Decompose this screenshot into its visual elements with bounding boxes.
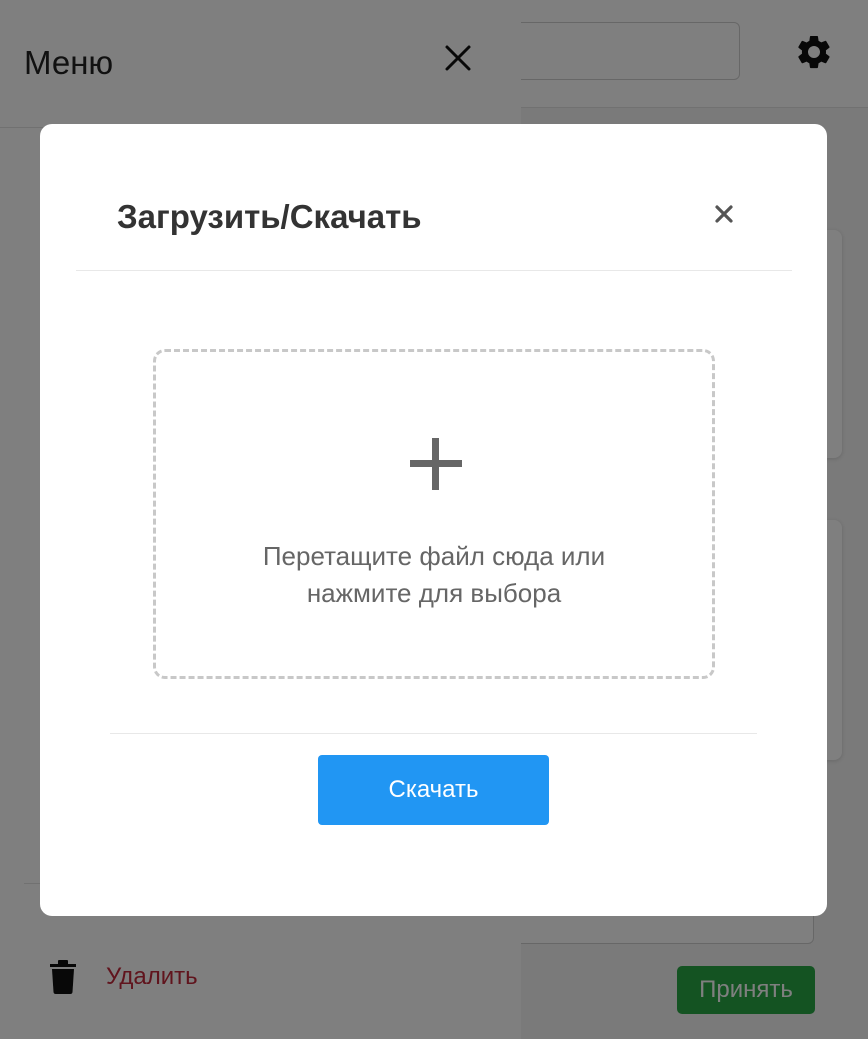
plus-icon: [410, 438, 462, 490]
dropzone-hint-line2: нажмите для выбора: [306, 578, 562, 608]
download-button[interactable]: Скачать: [318, 755, 549, 825]
divider: [110, 733, 757, 734]
file-dropzone[interactable]: Перетащите файл сюда или нажмите для выб…: [153, 349, 715, 679]
close-icon[interactable]: [712, 202, 736, 226]
divider: [76, 270, 792, 271]
dropzone-hint-line1: Перетащите файл сюда или: [262, 541, 606, 571]
modal-title: Загрузить/Скачать: [117, 198, 422, 235]
upload-download-modal: Загрузить/Скачать Перетащите файл сюда и…: [40, 124, 827, 916]
dropzone-hint: Перетащите файл сюда или нажмите для выб…: [156, 538, 712, 612]
